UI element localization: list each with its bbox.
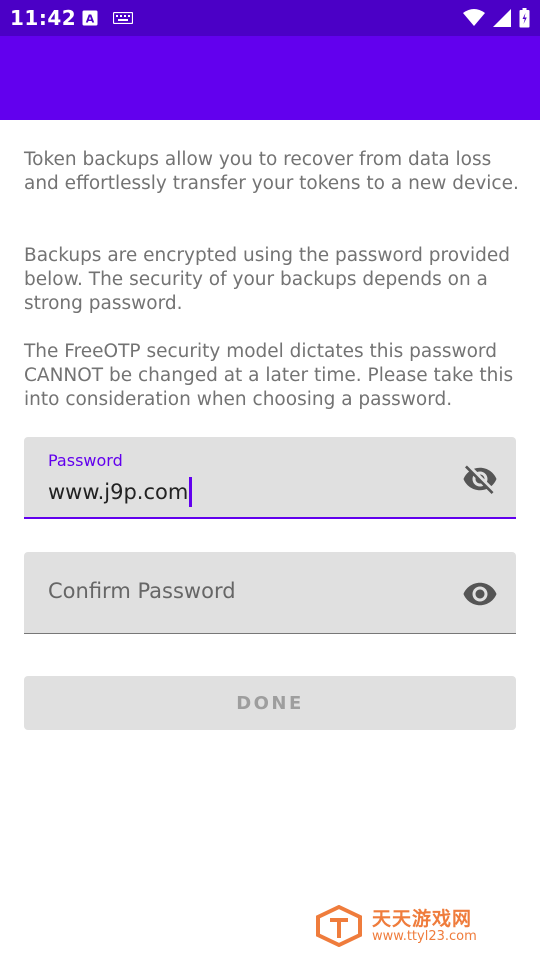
- battery-icon: [519, 8, 530, 28]
- watermark-logo-icon: [316, 905, 362, 947]
- watermark-title: 天天游戏网: [372, 908, 473, 930]
- app-toolbar: [0, 36, 540, 120]
- password-field-label: Password: [48, 451, 123, 470]
- password-input[interactable]: www.j9p.com: [48, 477, 192, 507]
- status-time: 11:42: [10, 6, 77, 30]
- eye-off-icon[interactable]: [462, 461, 498, 497]
- eye-icon[interactable]: [462, 576, 498, 612]
- security-warning-paragraph: The FreeOTP security model dictates this…: [24, 341, 514, 410]
- status-bar: 11:42 A: [0, 0, 540, 36]
- password-field[interactable]: Password www.j9p.com: [24, 437, 516, 519]
- wifi-icon: [463, 9, 485, 26]
- signal-icon: [493, 9, 511, 27]
- encryption-description-paragraph: Backups are encrypted using the password…: [24, 245, 510, 314]
- confirm-password-placeholder: Confirm Password: [48, 579, 236, 603]
- svg-text:A: A: [86, 13, 95, 26]
- watermark: 天天游戏网 www.ttyl23.com: [314, 904, 514, 948]
- confirm-password-field[interactable]: Confirm Password: [24, 552, 516, 634]
- backup-description-paragraph: Token backups allow you to recover from …: [24, 149, 519, 194]
- watermark-url: www.ttyl23.com: [372, 929, 477, 944]
- keyboard-icon: [113, 12, 133, 24]
- password-input-value: www.j9p.com: [48, 480, 189, 504]
- text-cursor: [189, 477, 192, 507]
- a-notification-icon: A: [82, 10, 98, 26]
- done-button[interactable]: DONE: [24, 676, 516, 730]
- status-right-icons: [463, 8, 530, 28]
